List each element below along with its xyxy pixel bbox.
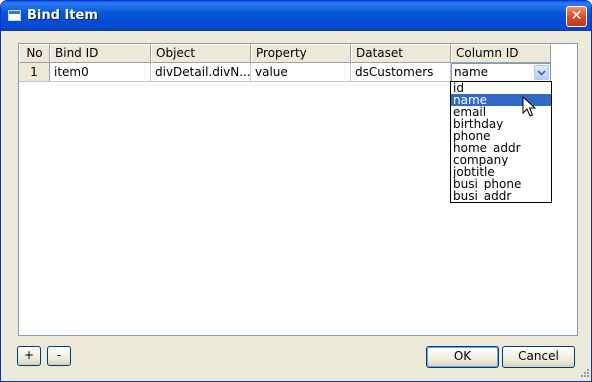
dropdown-option-email[interactable]: email (451, 106, 551, 118)
column-header-column-id[interactable]: Column ID (451, 44, 551, 63)
object-cell[interactable]: divDetail.divN... (151, 63, 251, 82)
dropdown-option-birthday[interactable]: birthday (451, 118, 551, 130)
window-icon (8, 10, 21, 21)
title-bar[interactable]: Bind Item ✕ (1, 1, 591, 31)
property-cell[interactable]: value (251, 63, 351, 82)
bind-item-dialog: Bind Item ✕ No Bind ID Object Property D… (0, 0, 592, 382)
add-row-button[interactable]: + (17, 346, 41, 366)
dialog-title: Bind Item (27, 8, 98, 23)
remove-row-button[interactable]: - (47, 346, 71, 366)
column-header-property[interactable]: Property (251, 44, 351, 63)
chevron-down-icon[interactable] (534, 65, 549, 80)
dataset-cell[interactable]: dsCustomers (351, 63, 451, 82)
dropdown-option-busi-addr[interactable]: busi_addr (451, 190, 551, 202)
column-header-dataset[interactable]: Dataset (351, 44, 451, 63)
resize-grip-icon[interactable] (578, 368, 590, 380)
cancel-button[interactable]: Cancel (502, 346, 575, 368)
row-number: 1 (19, 63, 50, 82)
column-id-combo-value[interactable]: name (454, 64, 488, 81)
dropdown-option-busi-phone[interactable]: busi_phone (451, 178, 551, 190)
dropdown-option-home-addr[interactable]: home_addr (451, 142, 551, 154)
dropdown-option-id[interactable]: id (451, 82, 551, 94)
column-header-no[interactable]: No (19, 44, 50, 63)
bind-id-cell[interactable]: item0 (50, 63, 151, 82)
dropdown-option-name[interactable]: name (451, 94, 551, 106)
column-header-bind-id[interactable]: Bind ID (50, 44, 151, 63)
dropdown-option-jobtitle[interactable]: jobtitle (451, 166, 551, 178)
grid-header: No Bind ID Object Property Dataset Colum… (19, 44, 551, 63)
column-id-combobox[interactable]: name (451, 63, 551, 82)
dropdown-option-phone[interactable]: phone (451, 130, 551, 142)
dropdown-option-company[interactable]: company (451, 154, 551, 166)
mouse-pointer-icon (522, 96, 536, 117)
ok-button[interactable]: OK (426, 346, 499, 368)
column-id-dropdown-list[interactable]: id name email birthday phone home_addr c… (450, 81, 552, 203)
close-button[interactable]: ✕ (566, 6, 587, 27)
column-header-object[interactable]: Object (151, 44, 251, 63)
